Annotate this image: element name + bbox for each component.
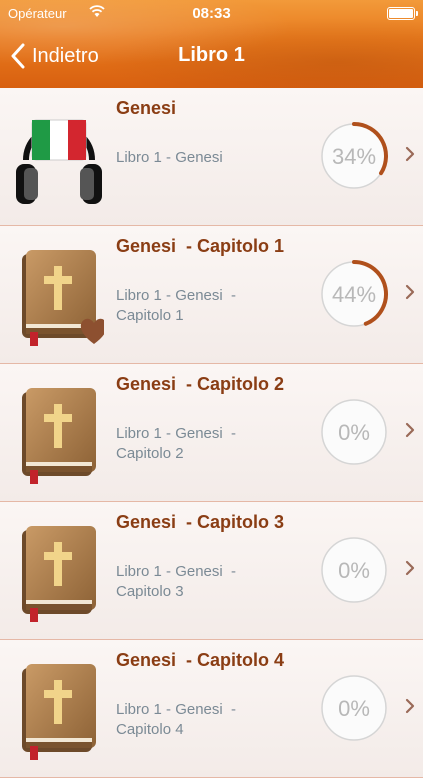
item-title: Genesi - Capitolo 1: [116, 236, 285, 256]
chevron-left-icon: [11, 43, 25, 69]
thumb: [14, 98, 104, 213]
bible-book-icon: [22, 250, 108, 346]
progress-gauge: 34%: [321, 122, 388, 189]
thumb: [14, 512, 104, 627]
list-item-2[interactable]: Genesi - Capitolo 1 Libro 1 - Genesi - C…: [0, 226, 423, 364]
chevron-right-icon: [405, 284, 415, 300]
item-subtitle: Libro 1 - Genesi - Capitolo 2: [116, 425, 237, 462]
item-subtitle: Libro 1 - Genesi - Capitolo 4: [116, 701, 237, 738]
chevron-right-icon: [405, 560, 415, 576]
list-item-4[interactable]: Genesi - Capitolo 3 Libro 1 - Genesi - C…: [0, 502, 423, 640]
item-title: Genesi - Capitolo 4: [116, 650, 285, 670]
thumb: [14, 374, 104, 489]
list-item-5[interactable]: Genesi - Capitolo 4 Libro 1 - Genesi - C…: [0, 640, 423, 778]
header-bar: Opérateur 08:33 Indietro Libro 1: [0, 0, 423, 88]
status-bar: Opérateur 08:33: [0, 0, 423, 26]
item-title: Genesi - Capitolo 2: [116, 374, 285, 394]
item-subtitle: Libro 1 - Genesi - Capitolo 3: [116, 563, 237, 600]
bible-book-icon: [22, 526, 96, 622]
thumb: [14, 650, 104, 765]
item-title: Genesi: [116, 98, 177, 118]
chevron-right-icon: [405, 698, 415, 714]
clock: 08:33: [192, 5, 231, 22]
progress-label: 0%: [338, 420, 370, 445]
item-subtitle: Libro 1 - Genesi: [116, 149, 223, 166]
back-label: Indietro: [32, 44, 99, 67]
progress-gauge: 0%: [321, 399, 387, 465]
progress-label: 44%: [332, 282, 376, 307]
list-item-1[interactable]: Genesi Libro 1 - Genesi 34%: [0, 88, 423, 226]
chapter-list: Genesi Libro 1 - Genesi 34% Genesi - Cap…: [0, 88, 423, 778]
item-subtitle: Libro 1 - Genesi - Capitolo 1: [116, 287, 237, 324]
back-button[interactable]: Indietro: [10, 40, 99, 72]
battery-icon: [387, 7, 418, 20]
chevron-right-icon: [405, 422, 415, 438]
item-title: Genesi - Capitolo 3: [116, 512, 285, 532]
progress-label: 0%: [338, 696, 370, 721]
progress-gauge: 44%: [321, 260, 388, 327]
progress-gauge: 0%: [321, 537, 387, 603]
heart-icon: [80, 318, 108, 344]
progress-gauge: 0%: [321, 675, 387, 741]
bible-book-icon: [22, 664, 96, 760]
headphones-italy-flag-icon: [16, 119, 102, 204]
progress-label: 34%: [332, 144, 376, 169]
thumb: [14, 236, 108, 351]
progress-label: 0%: [338, 558, 370, 583]
bible-book-icon: [22, 388, 96, 484]
list-item-3[interactable]: Genesi - Capitolo 2 Libro 1 - Genesi - C…: [0, 364, 423, 502]
chevron-right-icon: [405, 146, 415, 162]
